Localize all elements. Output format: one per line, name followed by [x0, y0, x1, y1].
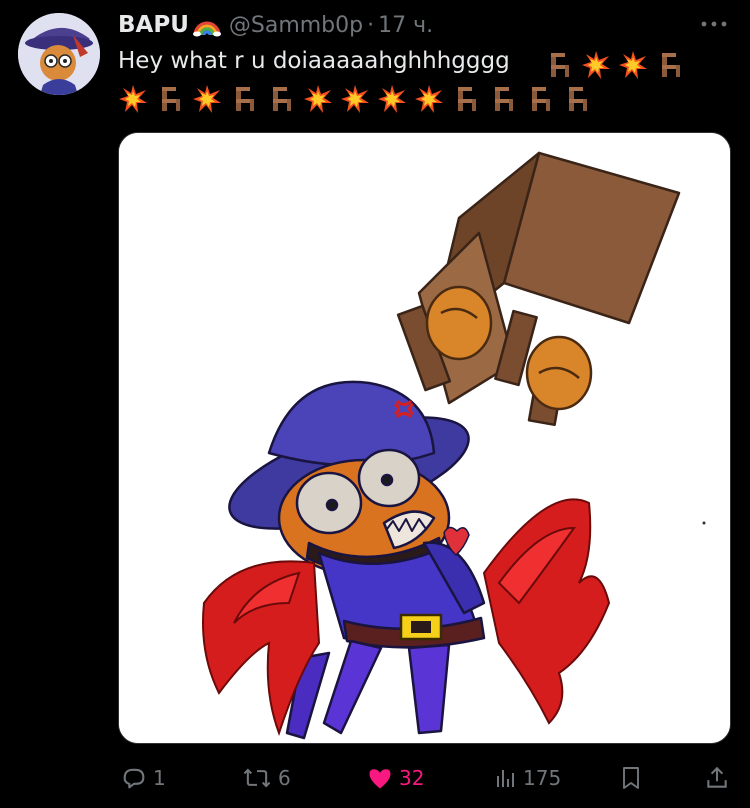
avatar[interactable]	[18, 13, 100, 95]
chair-emoji-icon	[655, 50, 685, 80]
share-button[interactable]	[704, 762, 730, 794]
collision-emoji-icon	[340, 84, 370, 114]
collision-emoji-icon	[581, 50, 611, 80]
more-dots-icon	[701, 21, 727, 27]
tweet-media-image[interactable]	[118, 132, 731, 744]
repost-button[interactable]: 6	[241, 762, 291, 794]
collision-emoji-icon	[618, 50, 648, 80]
more-options-button[interactable]	[698, 10, 730, 38]
collision-emoji-icon	[377, 84, 407, 114]
chair-emoji-icon	[266, 84, 296, 114]
reply-button[interactable]: 1	[120, 762, 166, 794]
chair-emoji-icon	[155, 84, 185, 114]
tweet-actions: 1 6 32 175	[116, 762, 736, 794]
collision-emoji-icon	[414, 84, 444, 114]
timestamp[interactable]: 17 ч.	[378, 13, 433, 38]
repost-count: 6	[278, 766, 291, 790]
emoji-row-2	[118, 84, 592, 114]
chair-emoji-icon	[229, 84, 259, 114]
collision-emoji-icon	[303, 84, 333, 114]
rainbow-emoji-icon	[192, 13, 221, 37]
like-button[interactable]: 32	[366, 762, 424, 794]
collision-emoji-icon	[118, 84, 148, 114]
heart-filled-icon	[369, 769, 391, 789]
chair-emoji-icon	[544, 50, 574, 80]
bookmark-icon	[623, 767, 639, 789]
reply-icon	[123, 768, 145, 789]
share-icon	[707, 766, 727, 788]
repost-icon	[243, 768, 271, 788]
emoji-row-1	[544, 50, 685, 80]
bookmark-button[interactable]	[619, 762, 643, 794]
chair-emoji-icon	[525, 84, 555, 114]
views-icon	[497, 770, 514, 787]
chair-emoji-icon	[451, 84, 481, 114]
collision-emoji-icon	[192, 84, 222, 114]
tweet-header: BAPU @Sammb0p · 17 ч.	[118, 8, 433, 42]
user-handle[interactable]: @Sammb0p	[229, 13, 363, 38]
like-count: 32	[399, 766, 425, 790]
display-name[interactable]: BAPU	[118, 12, 189, 38]
reply-count: 1	[153, 766, 166, 790]
views-button[interactable]: 175	[494, 762, 561, 794]
chair-emoji-icon	[488, 84, 518, 114]
drawing-image	[119, 133, 730, 743]
chair-emoji-icon	[562, 84, 592, 114]
views-count: 175	[523, 766, 562, 790]
separator-dot: ·	[367, 12, 375, 38]
avatar-image	[18, 13, 100, 95]
